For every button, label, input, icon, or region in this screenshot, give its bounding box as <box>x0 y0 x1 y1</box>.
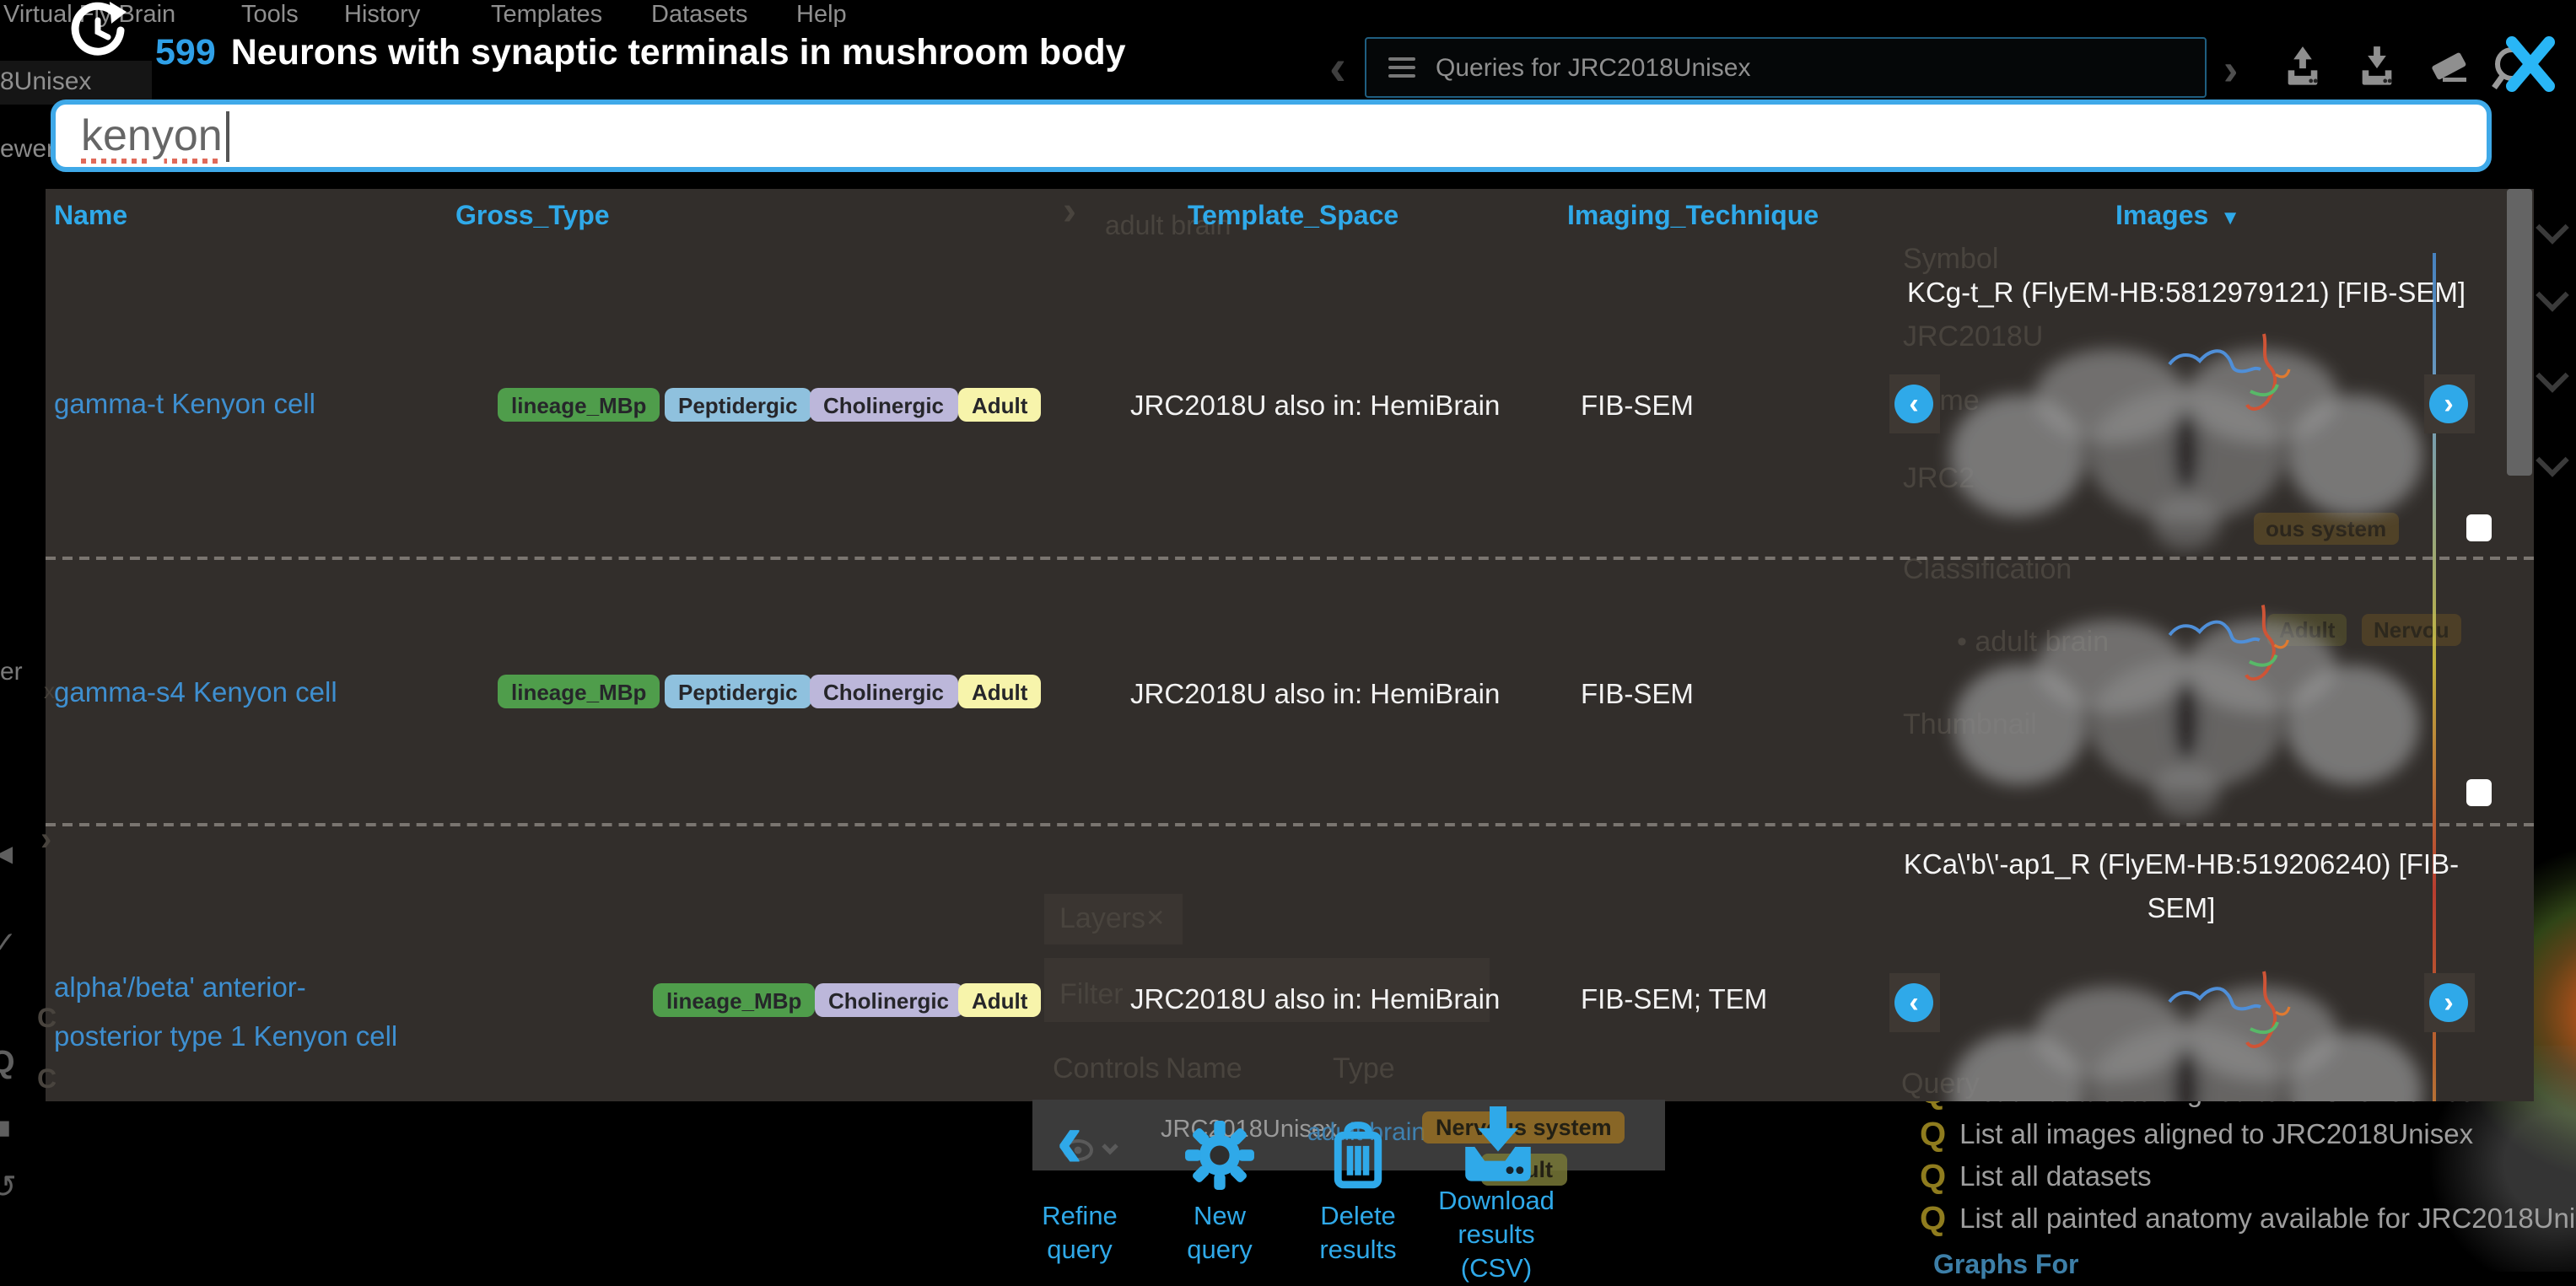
page-title: 599 Neurons with synaptic terminals in mu… <box>155 32 1126 74</box>
refine-query-icon[interactable]: ‹ <box>1056 1105 1083 1179</box>
camera-icon[interactable]: ◼ <box>0 1113 11 1142</box>
delete-results-icon[interactable] <box>1326 1120 1390 1191</box>
template-space-value: JRC2018U also in: HemiBrain <box>1130 680 1500 712</box>
tag-lineage: lineage_MBp <box>653 983 815 1017</box>
download-results-button[interactable]: Download results (CSV) <box>1420 1186 1572 1286</box>
tag-cholinergic: Cholinergic <box>810 675 957 708</box>
carousel-prev-button[interactable]: ‹ <box>1894 983 1933 1022</box>
imaging-technique-value: FIB-SEM <box>1581 680 1694 712</box>
collapse-chevron-icon[interactable] <box>2536 278 2569 312</box>
column-header-imaging-technique[interactable]: Imaging_Technique <box>1567 202 1819 233</box>
tag-peptidergic: Peptidergic <box>665 388 811 422</box>
bg-chevron-fragment: › <box>1063 189 1076 236</box>
check-icon[interactable]: ✓ <box>0 926 17 961</box>
result-link[interactable]: alpha'/beta' anterior-posterior type 1 K… <box>54 965 412 1063</box>
result-link[interactable]: gamma-s4 Kenyon cell <box>54 678 337 710</box>
refresh-icon[interactable]: ↺ <box>0 1169 17 1208</box>
label-fragment-er: er <box>0 658 23 686</box>
bg-filter-label: Filter <box>1059 978 1124 1012</box>
tag-lineage: lineage_MBp <box>498 388 660 422</box>
viewer-label-fragment: ewer <box>0 135 55 164</box>
queries-dropdown[interactable]: Queries for JRC2018Unisex <box>1365 37 2207 98</box>
tag-cholinergic: Cholinergic <box>810 388 957 422</box>
query-q-icon: Q <box>1920 1201 1946 1240</box>
column-header-gross-type[interactable]: Gross_Type <box>455 202 610 233</box>
eraser-icon[interactable] <box>2426 47 2473 88</box>
refine-query-button[interactable]: Refine query <box>1026 1201 1134 1267</box>
row-separator <box>46 557 2534 560</box>
query-list-item[interactable]: Q List all datasets <box>1920 1159 2152 1197</box>
imaging-technique-value: FIB-SEM <box>1581 391 1694 423</box>
carousel-next-button[interactable]: › <box>2429 385 2468 423</box>
template-name-fragment: 8Unisex <box>0 67 91 96</box>
menu-help[interactable]: Help <box>796 2 847 29</box>
brain-thumbnail[interactable] <box>1933 941 2439 1101</box>
query-list-item[interactable]: Q List all painted anatomy available for… <box>1920 1201 2576 1240</box>
new-query-icon[interactable] <box>1184 1120 1255 1191</box>
template-space-value: JRC2018U also in: HemiBrain <box>1130 391 1500 423</box>
queries-prev-icon[interactable]: ‹ <box>1329 40 1346 98</box>
sort-desc-icon: ▼ <box>2220 206 2240 229</box>
bg-layers-label: Layers <box>1059 902 1145 936</box>
bg-type-col-label: Type <box>1333 1052 1395 1086</box>
bg-name-col-label: Name <box>1166 1052 1242 1086</box>
tag-cholinergic: Cholinergic <box>815 983 962 1017</box>
image-title: KCa\'b\'-ap1_R (FlyEM-HB:519206240) [FIB… <box>1889 843 2473 931</box>
hamburger-icon <box>1388 52 1415 83</box>
graphs-for-heading: Graphs For <box>1933 1251 2078 1282</box>
row-checkbox[interactable] <box>2466 514 2492 541</box>
bg-layers-close-icon: ✕ <box>1145 904 1165 933</box>
menu-templates[interactable]: Templates <box>491 2 602 29</box>
bg-c-arrow: C <box>37 1066 57 1096</box>
query-tool-icon[interactable]: Q <box>0 1046 15 1083</box>
menu-tools[interactable]: Tools <box>241 2 299 29</box>
column-header-name[interactable]: Name <box>54 202 127 233</box>
query-q-icon: Q <box>1920 1159 1946 1197</box>
template-space-value: JRC2018U also in: HemiBrain <box>1130 985 1500 1017</box>
column-header-template-space[interactable]: Template_Space <box>1188 202 1398 233</box>
history-icon[interactable] <box>67 0 128 64</box>
tag-adult: Adult <box>958 983 1041 1017</box>
tag-lineage: lineage_MBp <box>498 675 660 708</box>
collapse-chevron-icon[interactable] <box>2536 211 2569 245</box>
tag-adult: Adult <box>958 388 1041 422</box>
carousel-next-button[interactable]: › <box>2429 983 2468 1022</box>
mute-icon[interactable]: ◄ <box>0 838 19 872</box>
brain-thumbnail[interactable] <box>1933 575 2439 825</box>
search-input[interactable]: kenyon <box>51 100 2492 172</box>
menu-history[interactable]: History <box>344 2 420 29</box>
bg-controls-label: Controls <box>1053 1052 1160 1086</box>
tag-peptidergic: Peptidergic <box>665 675 811 708</box>
row-checkbox[interactable] <box>2466 779 2492 806</box>
upload-icon[interactable] <box>2281 44 2325 89</box>
result-title-text: Neurons with synaptic terminals in mushr… <box>231 32 1126 73</box>
tag-adult: Adult <box>958 675 1041 708</box>
queries-dropdown-label: Queries for JRC2018Unisex <box>1436 53 1751 82</box>
app-window: Virtual Fly Brain Tools History Template… <box>0 0 2576 1272</box>
text-caret <box>226 110 229 161</box>
collapse-chevron-icon[interactable] <box>2536 444 2569 477</box>
table-scrollbar[interactable] <box>2507 189 2532 476</box>
query-q-icon: Q <box>1920 1117 1946 1155</box>
collapse-chevron-icon[interactable] <box>2536 359 2569 393</box>
download-icon[interactable] <box>2355 44 2399 89</box>
close-overlay-button[interactable] <box>2490 34 2561 98</box>
queries-next-icon[interactable]: › <box>2223 44 2238 96</box>
result-link[interactable]: gamma-t Kenyon cell <box>54 390 315 422</box>
menu-datasets[interactable]: Datasets <box>651 2 747 29</box>
row-separator <box>46 823 2534 826</box>
query-list-item[interactable]: Q List all images aligned to JRC2018Unis… <box>1920 1117 2473 1155</box>
new-query-button[interactable]: New query <box>1176 1201 1264 1267</box>
brain-thumbnail[interactable] <box>1933 304 2439 557</box>
bg-chevron-small: › <box>40 821 51 860</box>
search-value: kenyon <box>81 110 223 162</box>
download-csv-icon[interactable] <box>1458 1105 1539 1189</box>
delete-results-button[interactable]: Delete results <box>1299 1201 1417 1267</box>
carousel-prev-button[interactable]: ‹ <box>1894 385 1933 423</box>
column-header-images[interactable]: Images▼ <box>2115 202 2240 233</box>
imaging-technique-value: FIB-SEM; TEM <box>1581 985 1767 1017</box>
result-count: 599 <box>155 32 216 73</box>
